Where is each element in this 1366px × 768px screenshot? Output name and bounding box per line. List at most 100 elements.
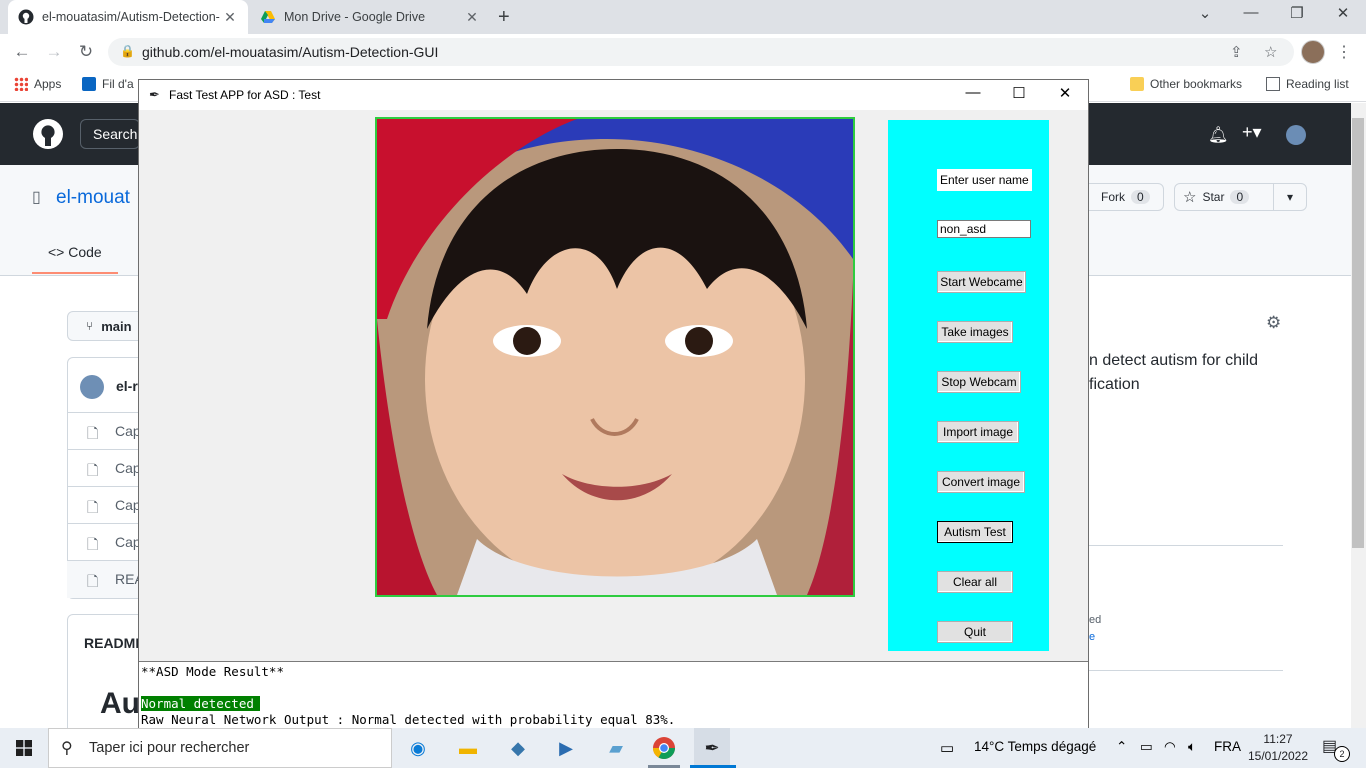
search-placeholder: Taper ici pour rechercher (89, 740, 250, 756)
start-webcam-button[interactable]: Start Webcame (937, 271, 1026, 293)
chrome-icon[interactable] (646, 734, 682, 762)
tab-github[interactable]: el-mouatasim/Autism-Detection- ✕ (8, 0, 248, 34)
star-dropdown[interactable]: ▾ (1273, 183, 1307, 211)
forward-icon[interactable]: → (42, 40, 66, 64)
bookmark-reading-list[interactable]: Reading list (1266, 77, 1349, 91)
linkedin-icon (82, 77, 96, 91)
battery-icon[interactable]: ▭ (1140, 739, 1153, 755)
apps-grid-icon (14, 77, 28, 91)
language-indicator[interactable]: FRA (1214, 739, 1241, 754)
reload-icon[interactable]: ↻ (74, 40, 98, 64)
tab-code[interactable]: <> Code (48, 244, 102, 260)
avatar (80, 375, 104, 399)
bookmark-label: Other bookmarks (1150, 77, 1243, 91)
sidebar-link[interactable]: e (1089, 631, 1095, 643)
file-row[interactable]: 🗋 Cap (67, 486, 147, 524)
file-row[interactable]: 🗋 Cap (67, 412, 147, 450)
bookmark-apps[interactable]: Apps (14, 77, 61, 91)
fork-label: Fork (1101, 190, 1125, 204)
plus-icon[interactable]: +▾ (1242, 122, 1262, 143)
gear-icon[interactable]: ⚙ (1266, 313, 1281, 333)
clock-date[interactable]: 15/01/2022 (1246, 749, 1310, 763)
close-icon[interactable]: ✕ (1042, 84, 1088, 102)
chevron-up-icon[interactable]: ⌃ (1116, 739, 1127, 755)
chevron-down-icon[interactable]: ⌄ (1182, 4, 1228, 22)
maximize-icon[interactable]: ☐ (996, 84, 1042, 102)
google-drive-icon (261, 11, 275, 23)
avatar[interactable] (1286, 125, 1306, 145)
take-images-button[interactable]: Take images (937, 321, 1013, 343)
clock-time[interactable]: 11:27 (1246, 732, 1310, 746)
volume-icon[interactable]: 🔈︎ (1188, 739, 1196, 755)
branch-selector[interactable]: ⑂ main (67, 311, 147, 341)
close-icon[interactable]: ✕ (222, 9, 238, 26)
file-row[interactable]: 🗋 REA (67, 560, 147, 598)
username-input[interactable]: non_asd (937, 220, 1031, 238)
feather-icon[interactable]: ✒ (694, 728, 730, 768)
quit-button[interactable]: Quit (937, 621, 1013, 643)
result-textbox[interactable]: **ASD Mode Result** Normal detected Raw … (139, 661, 1088, 728)
control-panel: Enter user name non_asd Start Webcame Ta… (888, 120, 1049, 651)
folder-icon (1130, 77, 1144, 91)
tab-drive[interactable]: Mon Drive - Google Drive ✕ (250, 0, 490, 34)
fork-button[interactable]: Fork 0 (1080, 183, 1164, 211)
convert-image-button[interactable]: Convert image (937, 471, 1025, 493)
windows-start-icon[interactable] (16, 740, 32, 756)
python-icon[interactable]: ◆ (500, 734, 536, 762)
tk-window-title: Fast Test APP for ASD : Test (169, 88, 321, 102)
file-name[interactable]: Cap (115, 497, 141, 513)
minimize-icon[interactable]: — (950, 84, 996, 101)
wifi-icon[interactable]: ◠ (1164, 739, 1176, 755)
file-row[interactable]: 🗋 Cap (67, 449, 147, 487)
github-logo-icon[interactable] (32, 118, 64, 150)
file-icon: 🗋 (87, 499, 99, 515)
taskbar-search[interactable]: ⚲ Taper ici pour rechercher (48, 728, 392, 768)
repo-icon: ▯ (32, 189, 41, 206)
bookmark-label: Reading list (1286, 77, 1349, 91)
file-explorer-icon[interactable]: ▬ (450, 734, 486, 762)
bookmark-other[interactable]: Other bookmarks (1130, 77, 1242, 91)
clear-all-button[interactable]: Clear all (937, 571, 1013, 593)
weather-icon[interactable]: ▭ (940, 739, 954, 757)
file-name[interactable]: Cap (115, 460, 141, 476)
bookmark-label: Apps (34, 77, 62, 91)
github-search[interactable]: Search (80, 119, 140, 149)
import-image-button[interactable]: Import image (937, 421, 1019, 443)
taskbar: ⚲ Taper ici pour rechercher ◉ ▬ ◆ ▶ ▰ ✒ … (0, 728, 1366, 768)
edge-icon[interactable]: ◉ (400, 734, 436, 762)
child-face-image (377, 119, 853, 595)
commit-author[interactable]: el-r (116, 378, 138, 394)
active-tab-underline (32, 272, 118, 274)
star-icon: ☆ (1183, 189, 1197, 206)
file-icon: 🗋 (87, 462, 99, 478)
tab-strip: el-mouatasim/Autism-Detection- ✕ Mon Dri… (0, 0, 1366, 34)
more-icon[interactable]: ⋮ (1336, 42, 1352, 62)
avatar[interactable] (1301, 40, 1325, 64)
file-row[interactable]: 🗋 Cap (67, 523, 147, 561)
bell-icon[interactable]: 🔔︎ (1208, 125, 1228, 145)
star-button[interactable]: ☆ Star 0 (1174, 183, 1274, 211)
close-window-icon[interactable]: ✕ (1320, 4, 1366, 22)
file-name[interactable]: Cap (115, 423, 141, 439)
bookmark-linkedin[interactable]: Fil d'a (82, 77, 134, 91)
stop-webcam-button[interactable]: Stop Webcam (937, 371, 1021, 393)
star-icon[interactable]: ☆ (1264, 43, 1277, 61)
scrollbar-thumb[interactable] (1352, 118, 1364, 548)
star-count: 0 (1230, 190, 1250, 204)
raw-output: Raw Neural Network Output : Normal detec… (141, 712, 676, 727)
share-icon[interactable]: ⇪ (1230, 43, 1243, 61)
repo-owner-link[interactable]: el-mouat (56, 187, 130, 209)
new-tab-icon[interactable]: + (498, 6, 510, 29)
address-bar[interactable]: 🔒 github.com/el-mouatasim/Autism-Detecti… (108, 38, 1294, 66)
file-name[interactable]: Cap (115, 534, 141, 550)
restore-icon[interactable]: ❐ (1274, 4, 1320, 22)
divider (1089, 670, 1283, 671)
close-icon[interactable]: ✕ (464, 9, 480, 26)
autism-test-button[interactable]: Autism Test (937, 521, 1013, 543)
minimize-icon[interactable]: — (1228, 4, 1274, 21)
powershell-icon[interactable]: ▶ (548, 734, 584, 762)
bookmark-label: Fil d'a (102, 77, 134, 91)
app-icon[interactable]: ▰ (598, 734, 634, 762)
back-icon[interactable]: ← (10, 40, 34, 64)
weather-text[interactable]: 14°C Temps dégagé (974, 739, 1096, 754)
